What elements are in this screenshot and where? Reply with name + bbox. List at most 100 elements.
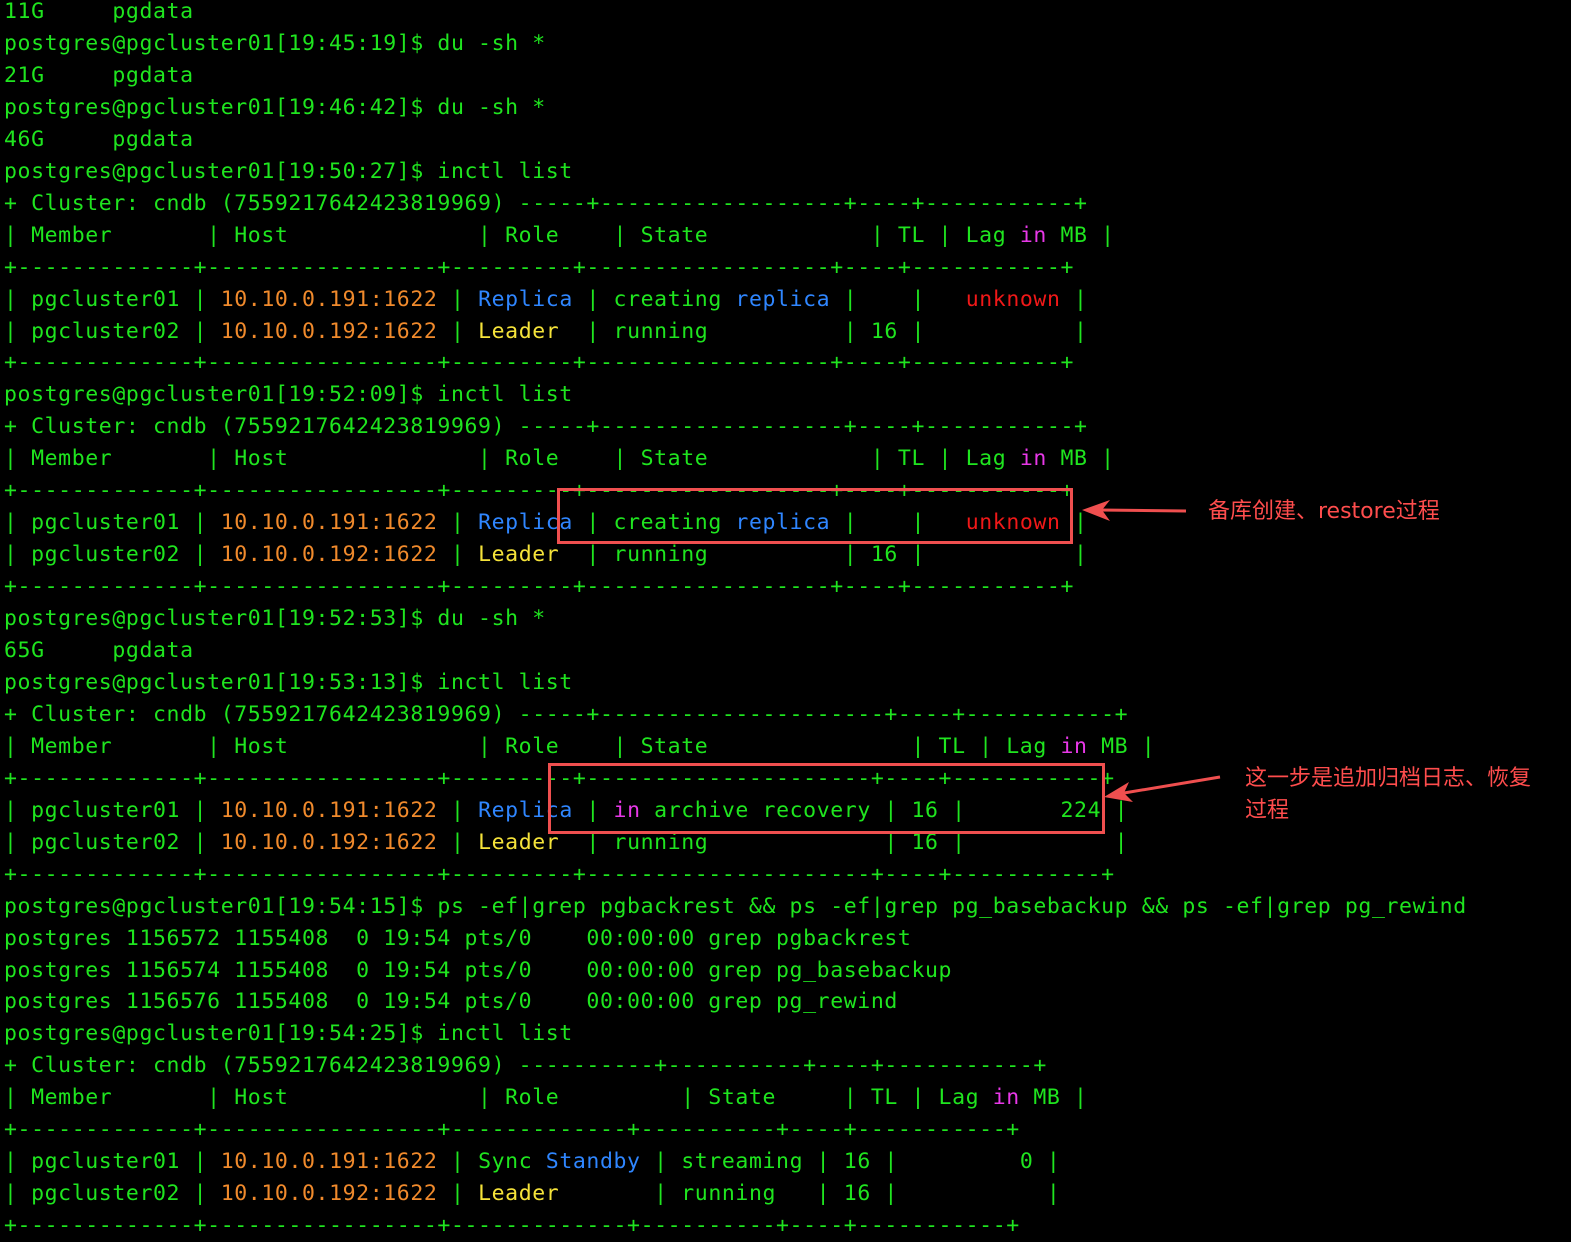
terminal-text-segment: postgres@pgcluster01[19:45:19]$ du -sh * xyxy=(4,30,546,56)
terminal-text-segment: unknown xyxy=(965,286,1061,312)
terminal-text-segment: | xyxy=(437,510,479,536)
terminal-text-segment: in xyxy=(992,1085,1020,1111)
terminal-text-segment: Leader xyxy=(478,542,560,568)
terminal-text-segment: +-------------+-----------------+-------… xyxy=(4,1213,1020,1239)
terminal-text-segment: | | xyxy=(830,286,966,312)
annotation-archive-recovery: 这一步是追加归档日志、恢复过程 xyxy=(1245,766,1532,823)
terminal-line: postgres@pgcluster01[19:53:13]$ inctl li… xyxy=(4,667,573,699)
terminal-line: postgres@pgcluster01[19:45:19]$ du -sh * xyxy=(4,28,546,60)
terminal-text-segment: MB | xyxy=(1046,222,1115,248)
terminal-line: postgres 1156574 1155408 0 19:54 pts/0 0… xyxy=(4,955,952,987)
terminal-window[interactable]: 11G pgdata postgres@pgcluster01[19:45:19]… xyxy=(0,0,1571,1242)
terminal-text-segment: postgres@pgcluster01[19:53:13]$ inctl li… xyxy=(4,669,573,695)
terminal-line: postgres@pgcluster01[19:54:15]$ ps -ef|g… xyxy=(4,891,1467,923)
terminal-text-segment: in xyxy=(1060,733,1088,759)
terminal-text-segment: | pgcluster01 | xyxy=(4,286,221,312)
terminal-text-segment: | streaming | 16 | 0 | xyxy=(640,1149,1061,1175)
terminal-line: +-------------+-----------------+-------… xyxy=(4,347,1074,379)
terminal-line: postgres 1156576 1155408 0 19:54 pts/0 0… xyxy=(4,986,898,1018)
terminal-text-segment: | xyxy=(437,286,479,312)
terminal-text-segment: +-------------+-----------------+-------… xyxy=(4,350,1074,376)
terminal-text-segment: 10.10.0.192:1622 xyxy=(220,542,438,568)
terminal-text-segment: +-------------+-----------------+-------… xyxy=(4,1117,1020,1143)
terminal-text-segment: | running | 16 | | xyxy=(559,542,1088,568)
terminal-text-segment: | pgcluster02 | xyxy=(4,542,221,568)
terminal-line: | Member | Host | Role | State | TL | La… xyxy=(4,443,1115,475)
terminal-line: +-------------+-----------------+-------… xyxy=(4,1210,1020,1242)
terminal-text-segment: 21G pgdata xyxy=(4,62,194,88)
terminal-line: 46G pgdata xyxy=(4,124,194,156)
terminal-text-segment: + Cluster: cndb (7559217642423819969) --… xyxy=(4,1053,1047,1079)
terminal-line: | Member | Host | Role | State | TL | La… xyxy=(4,1082,1088,1114)
terminal-line: | pgcluster02 | 10.10.0.192:1622 | Leade… xyxy=(4,316,1088,348)
terminal-text-segment: 10.10.0.192:1622 xyxy=(220,829,438,855)
terminal-text-segment: replica xyxy=(735,286,831,312)
terminal-text-segment: postgres@pgcluster01[19:54:25]$ inctl li… xyxy=(4,1021,573,1047)
terminal-text-segment: 10.10.0.192:1622 xyxy=(220,318,438,344)
terminal-text-segment: Standby xyxy=(545,1149,641,1175)
annotation-restore: 备库创建、restore过程 xyxy=(1208,499,1440,524)
terminal-text-segment: | running | 16 | | xyxy=(559,1181,1061,1207)
terminal-text-segment: | pgcluster01 | xyxy=(4,797,221,823)
terminal-text-segment: 10.10.0.191:1622 xyxy=(220,1149,438,1175)
terminal-text-segment: | pgcluster01 | xyxy=(4,1149,221,1175)
terminal-line: postgres@pgcluster01[19:52:53]$ du -sh * xyxy=(4,603,546,635)
terminal-line: | pgcluster01 | 10.10.0.191:1622 | Sync … xyxy=(4,1146,1060,1178)
terminal-text-segment: | running | 16 | | xyxy=(559,318,1088,344)
terminal-text-segment: 10.10.0.192:1622 xyxy=(220,1181,438,1207)
terminal-text-segment: | Member | Host | Role | State | TL | La… xyxy=(4,733,1061,759)
terminal-line: + Cluster: cndb (7559217642423819969) --… xyxy=(4,188,1088,220)
terminal-text-segment: | creating xyxy=(572,286,736,312)
terminal-line: + Cluster: cndb (7559217642423819969) --… xyxy=(4,411,1088,443)
terminal-text-segment: MB | xyxy=(1046,446,1115,472)
terminal-text-segment: MB | xyxy=(1019,1085,1088,1111)
terminal-line: | pgcluster02 | 10.10.0.192:1622 | Leade… xyxy=(4,1178,1060,1210)
terminal-text-segment: postgres@pgcluster01[19:50:27]$ inctl li… xyxy=(4,158,573,184)
terminal-text-segment: Leader xyxy=(478,318,560,344)
arrow-icon xyxy=(1082,500,1187,521)
terminal-text-segment: 46G pgdata xyxy=(4,126,194,152)
terminal-text-segment: postgres@pgcluster01[19:52:09]$ inctl li… xyxy=(4,382,573,408)
terminal-line: + Cluster: cndb (7559217642423819969) --… xyxy=(4,699,1128,731)
terminal-line: +-------------+-----------------+-------… xyxy=(4,571,1074,603)
terminal-line: 65G pgdata xyxy=(4,635,194,667)
terminal-text-segment: | xyxy=(437,797,479,823)
terminal-text-segment: | pgcluster02 | xyxy=(4,829,221,855)
highlight-box-creating-replica xyxy=(557,488,1073,544)
terminal-text-segment: | pgcluster02 | xyxy=(4,318,221,344)
terminal-line: 21G pgdata xyxy=(4,60,194,92)
terminal-line: 11G pgdata xyxy=(4,0,194,28)
terminal-text-segment: Leader xyxy=(478,1181,560,1207)
terminal-text-segment: postgres 1156572 1155408 0 19:54 pts/0 0… xyxy=(4,925,912,951)
terminal-line: postgres@pgcluster01[19:52:09]$ inctl li… xyxy=(4,379,573,411)
terminal-text-segment: 10.10.0.191:1622 xyxy=(220,510,438,536)
terminal-text-segment: +-------------+-----------------+-------… xyxy=(4,574,1074,600)
terminal-text-segment: | Member | Host | Role | State | TL | La… xyxy=(4,222,1020,248)
terminal-text-segment: 10.10.0.191:1622 xyxy=(220,797,438,823)
terminal-text-segment: 10.10.0.191:1622 xyxy=(220,286,438,312)
terminal-text-segment: +-------------+-----------------+-------… xyxy=(4,861,1115,887)
terminal-line: | pgcluster01 | 10.10.0.191:1622 | Repli… xyxy=(4,284,1088,316)
terminal-line: + Cluster: cndb (7559217642423819969) --… xyxy=(4,1050,1047,1082)
terminal-text-segment: postgres@pgcluster01[19:46:42]$ du -sh * xyxy=(4,94,546,120)
terminal-text-segment: 11G pgdata xyxy=(4,0,194,24)
terminal-text-segment: postgres@pgcluster01[19:54:15]$ ps -ef|g… xyxy=(4,893,1467,919)
terminal-text-segment: + Cluster: cndb (7559217642423819969) --… xyxy=(4,414,1088,440)
terminal-text-segment: postgres 1156574 1155408 0 19:54 pts/0 0… xyxy=(4,957,953,983)
terminal-text-segment: + Cluster: cndb (7559217642423819969) --… xyxy=(4,190,1088,216)
terminal-line: | Member | Host | Role | State | TL | La… xyxy=(4,220,1115,252)
terminal-text-segment: 65G pgdata xyxy=(4,638,194,663)
terminal-text-segment: | xyxy=(437,829,479,855)
terminal-text-segment: postgres@pgcluster01[19:52:53]$ du -sh * xyxy=(4,606,546,632)
terminal-line: postgres@pgcluster01[19:54:25]$ inctl li… xyxy=(4,1018,573,1050)
terminal-text-segment: in xyxy=(1019,222,1047,248)
highlight-box-archive-recovery xyxy=(548,763,1105,834)
terminal-text-segment: | Member | Host | Role | State | TL | La… xyxy=(4,446,1020,472)
terminal-line: +-------------+-----------------+-------… xyxy=(4,859,1115,891)
terminal-text-segment: Replica xyxy=(478,286,573,312)
terminal-text-segment: +-------------+-----------------+-------… xyxy=(4,254,1074,280)
terminal-line: | Member | Host | Role | State | TL | La… xyxy=(4,731,1155,763)
terminal-text-segment: | Member | Host | Role | State | TL | La… xyxy=(4,1085,993,1111)
terminal-text-segment: | pgcluster01 | xyxy=(4,510,221,536)
arrow-icon xyxy=(1104,775,1221,802)
